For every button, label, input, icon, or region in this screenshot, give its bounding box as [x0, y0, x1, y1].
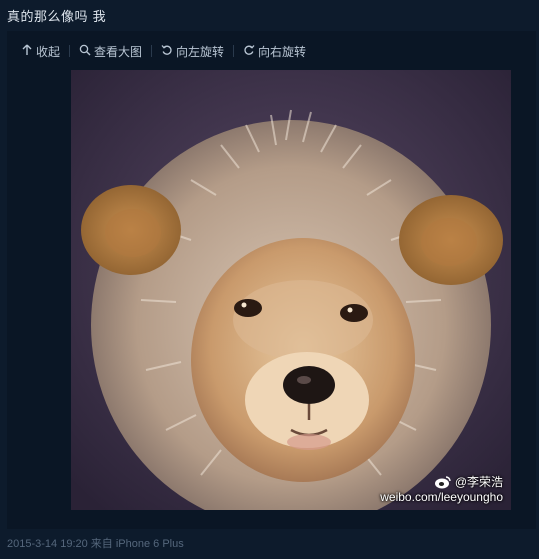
image-viewer-panel: 收起 查看大图 向左旋转 向右旋转 @李荣浩 weibo.com/leeyoun… [7, 31, 536, 529]
watermark-user: @李荣浩 [454, 475, 503, 489]
puppy-lion-photo [71, 70, 511, 510]
toolbar-divider [69, 45, 71, 57]
rotate-right-icon [243, 44, 255, 59]
rotate-left-button[interactable]: 向左旋转 [161, 43, 224, 60]
rotate-right-label: 向右旋转 [258, 44, 307, 59]
watermark-url: weibo.com/leeyoungho [380, 490, 503, 504]
rotate-right-button[interactable]: 向右旋转 [243, 43, 306, 60]
collapse-label: 收起 [36, 44, 61, 59]
collapse-arrow-icon [21, 44, 33, 59]
collapse-button[interactable]: 收起 [21, 43, 60, 60]
rotate-left-label: 向左旋转 [176, 44, 225, 59]
rotate-left-icon [161, 44, 173, 59]
post-text: 真的那么像吗 我 [7, 10, 107, 25]
magnifier-icon [79, 44, 91, 59]
post-meta: 2015-3-14 19:20 来自 iPhone 6 Plus [7, 538, 184, 550]
toolbar-divider [233, 45, 235, 57]
image-toolbar: 收起 查看大图 向左旋转 向右旋转 [7, 31, 536, 71]
post-photo[interactable]: @李荣浩 weibo.com/leeyoungho [71, 70, 511, 510]
toolbar-divider [151, 45, 153, 57]
view-large-label: 查看大图 [94, 44, 143, 59]
weibo-logo-icon [434, 475, 452, 489]
view-large-button[interactable]: 查看大图 [79, 43, 142, 60]
watermark: @李荣浩 weibo.com/leeyoungho [380, 473, 503, 504]
watermark-user-row: @李荣浩 [380, 473, 503, 490]
